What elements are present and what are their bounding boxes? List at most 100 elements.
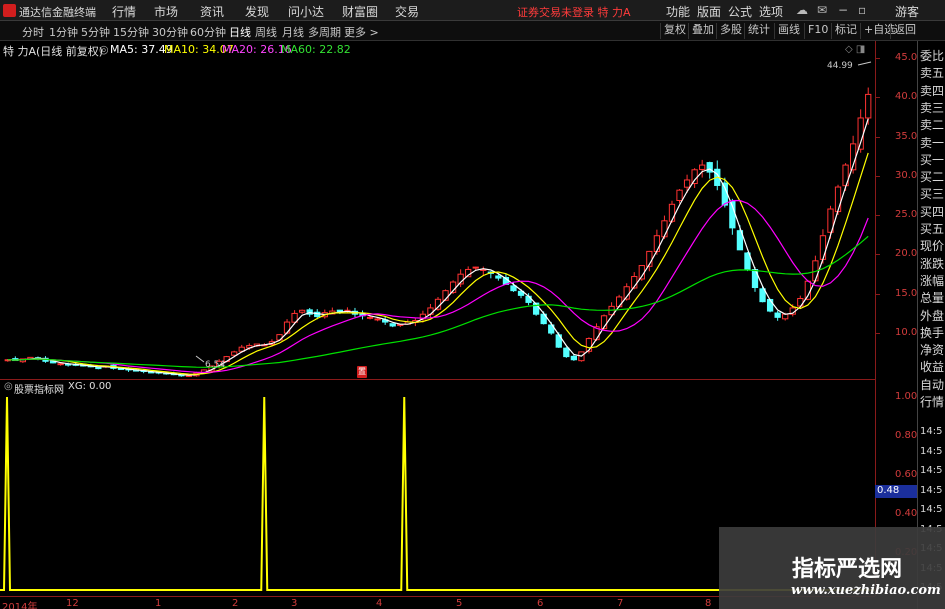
date-tick-label: 4 (376, 598, 383, 609)
date-tick-label: 2014年 (2, 602, 38, 609)
price-tick (876, 97, 880, 99)
minimize-icon[interactable]: − (838, 3, 848, 17)
menu-layout[interactable]: 版面 (697, 3, 721, 20)
side-panel-item[interactable]: 换手 (920, 324, 945, 341)
indicator-tick-label: 0.80 (895, 430, 918, 441)
menu-ask-xiaoda[interactable]: 问小达 (288, 3, 324, 20)
period-15min[interactable]: 15分钟 (113, 24, 149, 40)
period-60min[interactable]: 60分钟 (190, 24, 226, 40)
date-tick-label: 7 (617, 598, 624, 609)
multi-stock-button[interactable]: 多股 (716, 23, 745, 39)
candle (729, 198, 736, 235)
login-notice: 证券交易未登录 特 力A (517, 6, 631, 19)
date-tick-label: 12 (66, 598, 79, 609)
menu-quotes[interactable]: 行情 (112, 3, 136, 20)
cloud-icon[interactable]: ☁ (796, 3, 808, 17)
side-panel-item[interactable]: 委比 (920, 47, 945, 64)
side-panel-item[interactable]: 买四 (920, 203, 945, 220)
indicator-value: XG: 0.00 (68, 381, 112, 392)
period-30min[interactable]: 30分钟 (152, 24, 188, 40)
side-panel-item[interactable]: 卖一 (920, 134, 945, 151)
mail-icon[interactable]: ✉ (817, 3, 827, 17)
period-monthly[interactable]: 月线 (282, 24, 304, 40)
side-panel-item[interactable]: 卖三 (920, 99, 945, 116)
back-button[interactable]: 返回 (890, 23, 919, 39)
candle (699, 159, 706, 178)
side-panel-item[interactable]: 卖二 (920, 116, 945, 133)
event-badge[interactable]: 置 (357, 366, 367, 378)
indicator-tick-label: 0.60 (895, 469, 918, 480)
tick-time: 14:5 (920, 426, 943, 437)
ma-settings-icon[interactable]: ◎ (99, 43, 109, 56)
indicator-tick-label: 0.40 (895, 508, 918, 519)
ma10-line (7, 152, 869, 375)
draw-line-button[interactable]: 画线 (774, 23, 803, 39)
date-tick-label: 5 (456, 598, 463, 609)
menu-market[interactable]: 市场 (154, 3, 178, 20)
candle (774, 310, 781, 321)
watermark-url: www.xuezhibiao.com (791, 583, 941, 598)
indicator-cursor-value: 0.48 (875, 485, 917, 498)
period-more[interactable]: 更多 > (344, 24, 379, 40)
period-daily[interactable]: 日线 (229, 24, 251, 40)
date-tick-label: 8 (705, 598, 712, 609)
date-tick-label: 3 (291, 598, 298, 609)
site-watermark: 指标严选网 www.xuezhibiao.com (719, 527, 945, 609)
side-panel-item[interactable]: 买二 (920, 168, 945, 185)
chart-info-line: 特 力A (日线 前复权) ◎ MA5: 37.49 MA10: 34.07 M… (0, 41, 870, 58)
side-panel-item[interactable]: 现价 (920, 237, 945, 254)
candle (623, 283, 630, 301)
side-panel-item[interactable]: 自动 (920, 376, 945, 393)
candle (804, 279, 811, 301)
period-multi[interactable]: 多周期 (308, 24, 341, 40)
date-tick-label: 2 (232, 598, 239, 609)
side-panel-item[interactable]: 收益 (920, 358, 945, 375)
indicator-settings-icon[interactable]: ◎ (4, 381, 13, 392)
menu-function[interactable]: 功能 (666, 3, 690, 20)
guest-label[interactable]: 游客 (895, 3, 919, 20)
side-panel-item[interactable]: 买五 (920, 220, 945, 237)
candle (291, 310, 298, 325)
f10-button[interactable]: F10 (804, 23, 831, 39)
restore-rights-button[interactable]: 复权 (660, 23, 689, 39)
price-tick (876, 136, 880, 138)
side-panel-item[interactable]: 买三 (920, 185, 945, 202)
ma60-label: MA60: 22.82 (281, 43, 351, 56)
indicator-tick-label: 1.00 (895, 391, 918, 402)
candle (570, 354, 578, 361)
side-panel-item[interactable]: 卖四 (920, 82, 945, 99)
candlestick-chart[interactable] (0, 57, 875, 380)
period-weekly[interactable]: 周线 (255, 24, 277, 40)
menu-formula[interactable]: 公式 (728, 3, 752, 20)
menu-discover[interactable]: 发现 (245, 3, 269, 20)
price-tick (876, 215, 880, 216)
mark-button[interactable]: 标记 (831, 23, 860, 39)
period-1min[interactable]: 1分钟 (49, 24, 78, 40)
statistics-button[interactable]: 统计 (744, 23, 773, 39)
app-title: 通达信金融终端 (19, 6, 96, 19)
period-5min[interactable]: 5分钟 (81, 24, 110, 40)
period-intraday[interactable]: 分时 (22, 24, 44, 40)
side-panel-item[interactable]: 涨幅 (920, 272, 945, 289)
quote-side-panel: 委比 卖五 卖四 卖三 卖二 卖一 买一 买二 买三 买四 买五 现价 涨跌 涨幅 总量 外盘 换手 净资 收益 自动… (917, 41, 945, 609)
overlay-button[interactable]: 叠加 (688, 23, 717, 39)
restore-icon[interactable]: ▫ (858, 3, 866, 17)
menu-options[interactable]: 选项 (759, 3, 783, 20)
low-arrow (195, 355, 205, 363)
side-panel-item[interactable]: 涨跌 (920, 255, 945, 272)
axis-settings-icon[interactable]: ◇ ◨ (845, 44, 865, 55)
date-tick-label: 6 (537, 598, 544, 609)
menu-trade[interactable]: 交易 (395, 3, 419, 20)
menu-wealth-circle[interactable]: 财富圈 (342, 3, 378, 20)
side-panel-item[interactable]: 总量 (920, 289, 945, 306)
side-panel-item[interactable]: 买一 (920, 151, 945, 168)
price-axis: 45.00 40.00 35.00 30.00 25.00 20.00 15.00 10.00 (875, 41, 924, 380)
candle (95, 367, 102, 370)
price-tick (876, 332, 880, 334)
side-panel-item[interactable]: 净资 (920, 341, 945, 358)
side-panel-item[interactable]: 外盘 (920, 307, 945, 324)
side-panel-item[interactable]: 行情 (920, 393, 945, 410)
menu-news[interactable]: 资讯 (200, 3, 224, 20)
side-panel-item[interactable]: 卖五 (920, 64, 945, 81)
price-tick (876, 293, 880, 295)
